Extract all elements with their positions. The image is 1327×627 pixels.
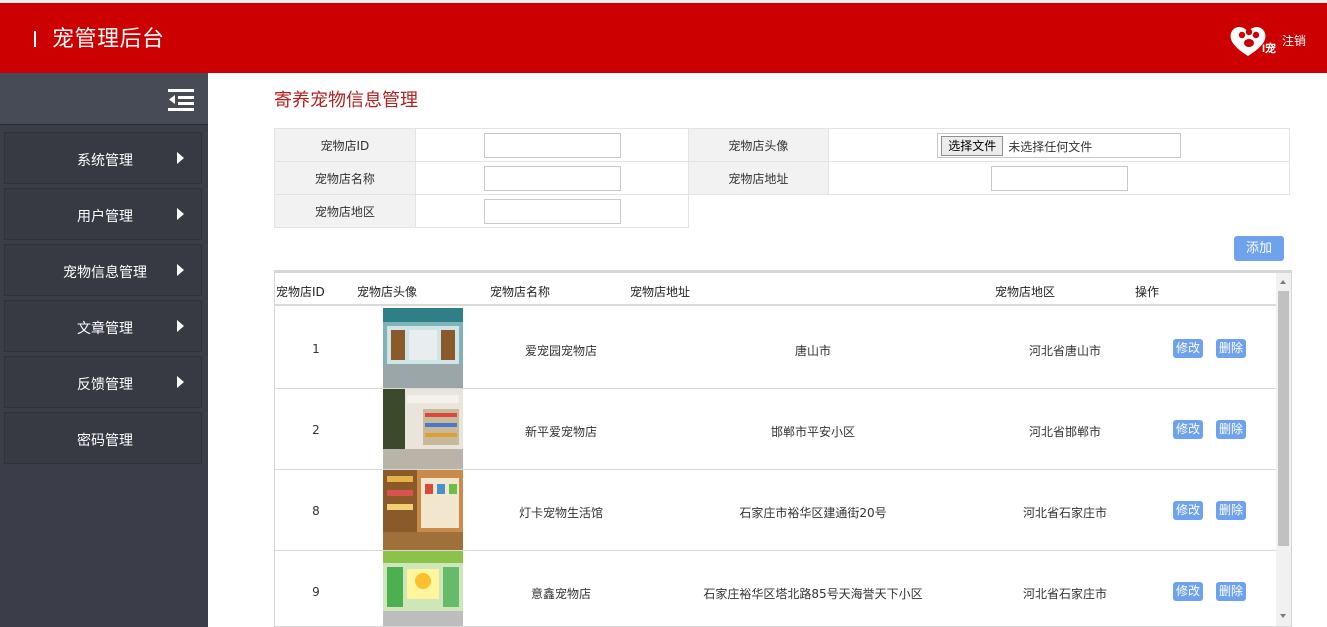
cell-region: 河北省石家庄市	[1022, 587, 1107, 601]
sidebar-item-pet-info[interactable]: 宠物信息管理	[4, 244, 202, 296]
edit-button[interactable]: 修改	[1173, 501, 1203, 520]
cell-id: 2	[312, 423, 320, 437]
cell-id: 1	[312, 342, 320, 356]
logo-text: I宠	[1262, 41, 1276, 55]
scrollbar-thumb[interactable]	[1278, 291, 1289, 546]
delete-button[interactable]: 删除	[1216, 339, 1246, 358]
sidebar-item-password[interactable]: 密码管理	[4, 412, 202, 464]
caret-right-icon	[177, 152, 184, 164]
sidebar-item-label: 反馈管理	[77, 377, 133, 393]
shop-address-input[interactable]	[991, 165, 1129, 191]
shop-thumbnail	[383, 308, 463, 388]
cell-address: 唐山市	[794, 344, 831, 358]
edit-button[interactable]: 修改	[1173, 420, 1203, 439]
title-divider	[34, 31, 36, 47]
caret-right-icon	[177, 376, 184, 388]
delete-button[interactable]: 删除	[1216, 501, 1246, 520]
caret-right-icon	[177, 320, 184, 332]
col-header-avatar: 宠物店头像	[357, 285, 418, 299]
cell-region: 河北省邯郸市	[1028, 425, 1101, 439]
pet-logo-icon: I宠	[1230, 26, 1276, 56]
sidebar-item-users[interactable]: 用户管理	[4, 188, 202, 240]
scroll-up-icon[interactable]	[1280, 280, 1286, 284]
table-row: 8 灯卡宠物生活馆 石家庄市裕华区建通街20号 河北省石家庄市 修改 删除	[275, 470, 1276, 551]
sidebar: 系统管理 用户管理 宠物信息管理 文章管理 反馈管理 密码管理	[0, 73, 208, 627]
logout-link[interactable]: 注销	[1282, 32, 1306, 49]
caret-right-icon	[177, 264, 184, 276]
edit-button[interactable]: 修改	[1173, 582, 1203, 601]
shop-name-input[interactable]	[483, 165, 621, 191]
sidebar-item-label: 用户管理	[77, 209, 133, 225]
shop-region-label: 宠物店地区	[274, 194, 416, 228]
shop-form: 宠物店ID 宠物店头像 选择文件 未选择任何文件 宠物店名称 宠物店地址 宠物店…	[274, 128, 1291, 228]
cell-name: 爱宠园宠物店	[524, 344, 597, 358]
cell-name: 意鑫宠物店	[530, 587, 591, 601]
cell-name: 灯卡宠物生活馆	[518, 506, 603, 520]
table-row: 9 意鑫宠物店 石家庄裕华区塔北路85号天海誉天下小区 河北省石家庄市 修改 删…	[275, 551, 1276, 626]
sidebar-item-feedback[interactable]: 反馈管理	[4, 356, 202, 408]
cell-address: 邯郸市平安小区	[770, 425, 855, 439]
shop-id-input[interactable]	[483, 132, 621, 158]
sidebar-item-label: 文章管理	[77, 321, 133, 337]
sidebar-item-label: 宠物信息管理	[63, 265, 147, 281]
page-title: 寄养宠物信息管理	[274, 90, 418, 111]
choose-file-button[interactable]: 选择文件	[941, 135, 1004, 156]
cell-id: 9	[312, 585, 320, 599]
cell-id: 8	[312, 504, 320, 518]
shop-thumbnail	[383, 470, 463, 550]
shop-region-input[interactable]	[483, 198, 621, 224]
shop-address-label: 宠物店地址	[687, 161, 830, 195]
top-header: 宠管理后台 I宠 注销	[0, 0, 1327, 73]
sidebar-toggle-row	[0, 73, 208, 125]
table-header: 宠物店ID 宠物店头像 宠物店名称 宠物店地址 宠物店地区 操作	[275, 273, 1276, 306]
cell-region: 河北省唐山市	[1028, 344, 1101, 358]
shop-thumbnail	[383, 389, 463, 469]
app-title: 宠管理后台	[52, 27, 165, 52]
file-status-text: 未选择任何文件	[1008, 139, 1093, 154]
edit-button[interactable]: 修改	[1173, 339, 1203, 358]
table-row: 2 新平爱宠物店 邯郸市平安小区 河北省邯郸市 修改 删除	[275, 389, 1276, 470]
sidebar-item-articles[interactable]: 文章管理	[4, 300, 202, 352]
col-header-name: 宠物店名称	[490, 285, 551, 299]
delete-button[interactable]: 删除	[1216, 582, 1246, 601]
table-row: 1 爱宠园宠物店 唐山市 河北省唐山市 修改 删除	[275, 308, 1276, 389]
col-header-actions: 操作	[1135, 285, 1160, 299]
sidebar-item-system[interactable]: 系统管理	[4, 132, 202, 184]
cell-name: 新平爱宠物店	[524, 425, 597, 439]
menu-collapse-icon[interactable]	[168, 87, 194, 113]
avatar-file-picker[interactable]: 选择文件 未选择任何文件	[937, 132, 1182, 158]
shop-avatar-label: 宠物店头像	[687, 128, 830, 162]
cell-region: 河北省石家庄市	[1022, 506, 1107, 520]
col-header-region: 宠物店地区	[995, 285, 1056, 299]
caret-right-icon	[177, 208, 184, 220]
shop-thumbnail	[383, 551, 463, 626]
scroll-down-icon[interactable]	[1280, 614, 1286, 618]
cell-address: 石家庄市裕华区建通街20号	[739, 506, 887, 520]
shop-id-label: 宠物店ID	[274, 128, 416, 162]
sidebar-item-label: 密码管理	[77, 433, 133, 449]
col-header-id: 宠物店ID	[276, 285, 325, 299]
sidebar-item-label: 系统管理	[77, 153, 133, 169]
shop-name-label: 宠物店名称	[274, 161, 416, 195]
cell-address: 石家庄裕华区塔北路85号天海誉天下小区	[703, 587, 923, 601]
shop-table: 宠物店ID 宠物店头像 宠物店名称 宠物店地址 宠物店地区 操作 1 爱宠园宠物…	[274, 270, 1292, 627]
table-scrollbar[interactable]	[1276, 273, 1291, 626]
delete-button[interactable]: 删除	[1216, 420, 1246, 439]
add-button[interactable]: 添加	[1234, 236, 1284, 261]
col-header-address: 宠物店地址	[630, 285, 691, 299]
